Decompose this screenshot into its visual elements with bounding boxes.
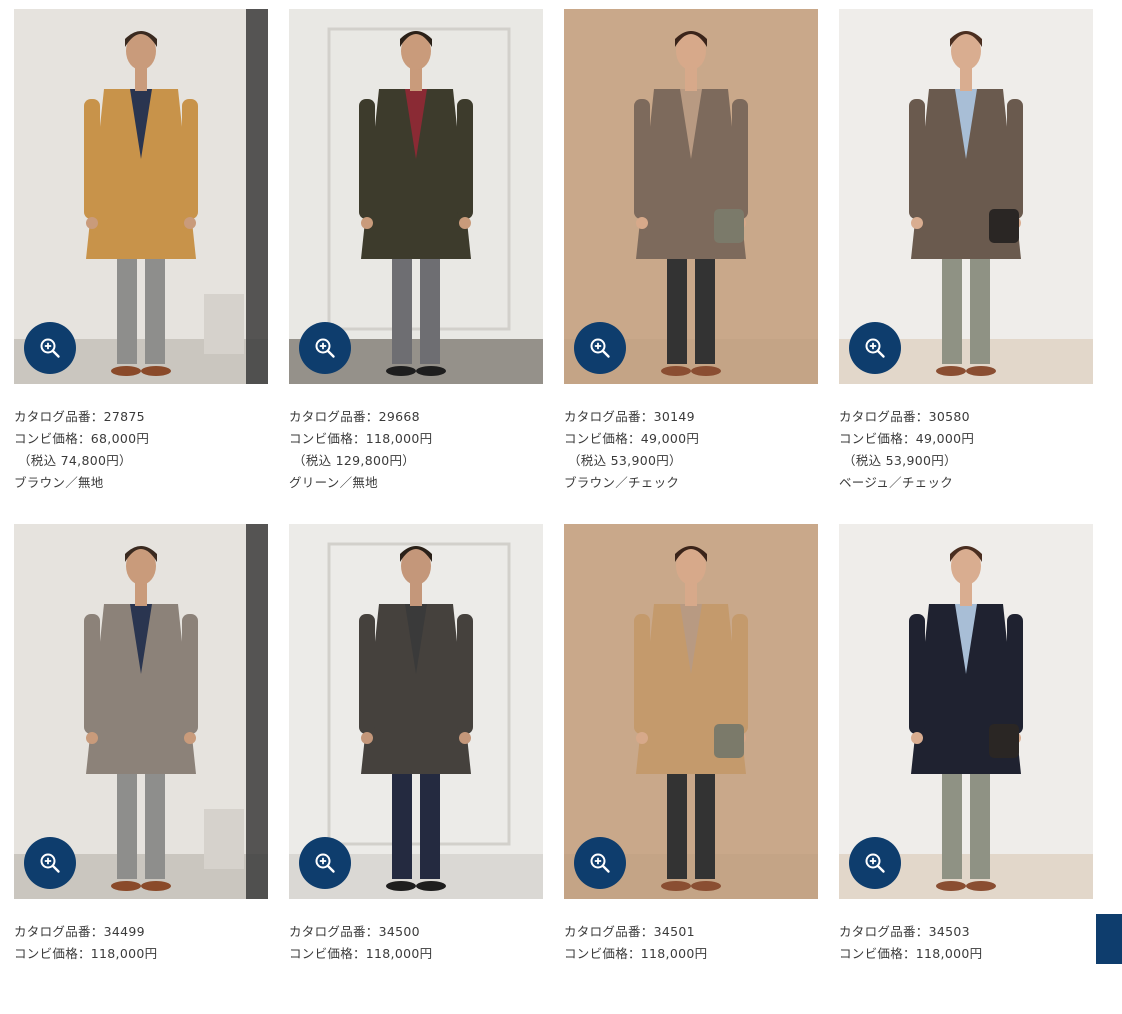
product-photo[interactable] [839,9,1093,384]
zoom-in-icon [40,853,60,873]
tax-included-price: （税込 74,800円） [18,453,132,468]
combo-price: コンビ価格：118,000円 [289,431,433,446]
zoom-in-icon [315,853,335,873]
combo-price: コンビ価格：49,000円 [564,431,700,446]
product-photo[interactable] [564,524,818,899]
zoom-in-button[interactable] [574,837,626,889]
catalog-number: カタログ品番：30149 [564,409,695,424]
product-card: カタログ品番：27875 コンビ価格：68,000円 （税込 74,800円） … [14,9,268,499]
product-info: カタログ品番：34503 コンビ価格：118,000円 [839,921,1093,965]
product-photo[interactable] [289,524,543,899]
zoom-in-icon [315,338,335,358]
product-card: カタログ品番：29668 コンビ価格：118,000円 （税込 129,800円… [289,9,543,499]
zoom-in-icon [865,853,885,873]
tax-included-price: （税込 129,800円） [293,453,416,468]
product-card: カタログ品番：30580 コンビ価格：49,000円 （税込 53,900円） … [839,9,1093,499]
product-info: カタログ品番：29668 コンビ価格：118,000円 （税込 129,800円… [289,406,543,494]
product-card: カタログ品番：34499 コンビ価格：118,000円 [14,524,268,1014]
product-photo[interactable] [14,524,268,899]
combo-price: コンビ価格：118,000円 [289,946,433,961]
product-info: カタログ品番：34499 コンビ価格：118,000円 [14,921,268,965]
color-pattern: ブラウン／チェック [564,475,680,490]
combo-price: コンビ価格：49,000円 [839,431,975,446]
product-info: カタログ品番：34501 コンビ価格：118,000円 [564,921,818,965]
zoom-in-icon [590,338,610,358]
zoom-in-button[interactable] [849,322,901,374]
catalog-number: カタログ品番：29668 [289,409,420,424]
zoom-in-button[interactable] [849,837,901,889]
product-card: カタログ品番：30149 コンビ価格：49,000円 （税込 53,900円） … [564,9,818,499]
product-info: カタログ品番：30580 コンビ価格：49,000円 （税込 53,900円） … [839,406,1093,494]
product-info: カタログ品番：27875 コンビ価格：68,000円 （税込 74,800円） … [14,406,268,494]
zoom-in-icon [40,338,60,358]
color-pattern: ブラウン／無地 [14,475,104,490]
zoom-in-button[interactable] [299,837,351,889]
catalog-number: カタログ品番：34503 [839,924,970,939]
product-card: カタログ品番：34501 コンビ価格：118,000円 [564,524,818,1014]
zoom-in-button[interactable] [574,322,626,374]
tax-included-price: （税込 53,900円） [843,453,957,468]
product-info: カタログ品番：34500 コンビ価格：118,000円 [289,921,543,965]
zoom-in-button[interactable] [24,322,76,374]
product-info: カタログ品番：30149 コンビ価格：49,000円 （税込 53,900円） … [564,406,818,494]
zoom-in-icon [590,853,610,873]
combo-price: コンビ価格：118,000円 [564,946,708,961]
product-card: カタログ品番：34500 コンビ価格：118,000円 [289,524,543,1014]
color-pattern: ベージュ／チェック [839,475,954,490]
zoom-in-icon [865,338,885,358]
catalog-number: カタログ品番：34499 [14,924,145,939]
product-photo[interactable] [289,9,543,384]
zoom-in-button[interactable] [299,322,351,374]
catalog-number: カタログ品番：27875 [14,409,145,424]
product-photo[interactable] [839,524,1093,899]
combo-price: コンビ価格：118,000円 [839,946,983,961]
zoom-in-button[interactable] [24,837,76,889]
catalog-number: カタログ品番：30580 [839,409,970,424]
product-grid: カタログ品番：27875 コンビ価格：68,000円 （税込 74,800円） … [14,9,1093,1014]
tax-included-price: （税込 53,900円） [568,453,682,468]
combo-price: コンビ価格：118,000円 [14,946,158,961]
catalog-number: カタログ品番：34500 [289,924,420,939]
catalog-number: カタログ品番：34501 [564,924,695,939]
product-card: カタログ品番：34503 コンビ価格：118,000円 [839,524,1093,1014]
product-photo[interactable] [14,9,268,384]
product-photo[interactable] [564,9,818,384]
combo-price: コンビ価格：68,000円 [14,431,150,446]
color-pattern: グリーン／無地 [289,475,378,490]
back-to-top-button[interactable] [1096,914,1122,964]
